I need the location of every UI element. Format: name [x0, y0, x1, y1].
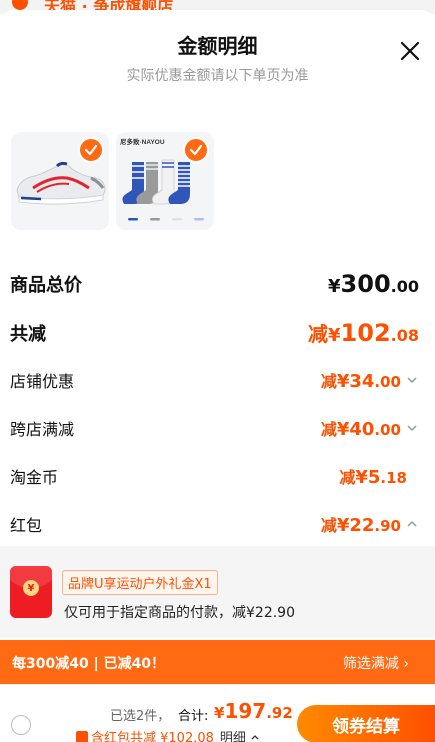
chevron-down-icon[interactable]	[405, 421, 419, 435]
select-all-radio[interactable]	[11, 715, 31, 735]
checkmark-icon	[84, 144, 98, 156]
red-packet-description: 仅可用于指定商品的付款，减¥22.90	[64, 605, 295, 621]
checkmark-icon	[189, 144, 203, 156]
product-thumbnail-socks[interactable]: 尼多致·NAYOU	[116, 132, 214, 230]
taojinbi-value: 减 ¥5.18	[339, 467, 407, 488]
shop-discount-label: 店铺优惠	[10, 372, 75, 391]
cross-store-label: 跨店满减	[10, 420, 75, 439]
chevron-up-icon[interactable]	[405, 517, 419, 531]
red-packet-tag-icon	[76, 730, 88, 742]
selected-count: 已选2件，	[110, 709, 171, 724]
checkout-button[interactable]: 领券结算	[297, 705, 435, 742]
total-price-label: 商品总价	[10, 275, 82, 296]
red-packet-tag: 品牌U享运动户外礼金X1	[62, 570, 218, 595]
checkout-total: ¥197.92	[214, 699, 293, 723]
discount-summary: 含红包共减 ¥102.08 明细	[76, 727, 260, 742]
promo-text: 每300减40 | 已减40！	[12, 656, 166, 672]
checkout-bar: 已选2件， 合计: ¥197.92 含红包共减 ¥102.08 明细 领券结算	[0, 684, 435, 742]
row-cross-store[interactable]: 跨店满减 减 ¥40.00	[10, 416, 419, 440]
total-reduction-label: 共减	[10, 323, 46, 345]
product-selected-check[interactable]	[78, 137, 104, 163]
detail-toggle[interactable]: 明细	[220, 727, 260, 742]
total-price-value: ¥300.00	[328, 270, 419, 298]
total-reduction-value: 减 ¥102.08	[308, 319, 419, 347]
red-packet-detail-panel: ¥ 品牌U享运动户外礼金X1 仅可用于指定商品的付款，减¥22.90	[0, 546, 435, 638]
total-label: 合计:	[178, 709, 209, 724]
brand-label: 尼多致·NAYOU	[120, 137, 165, 146]
red-packet-label: 红包	[10, 516, 43, 535]
row-shop-discount[interactable]: 店铺优惠 减 ¥34.00	[10, 368, 419, 392]
store-logo-icon	[12, 0, 28, 10]
close-icon	[400, 41, 420, 61]
chevron-down-icon[interactable]	[405, 373, 419, 387]
product-selected-check[interactable]	[183, 137, 209, 163]
red-packet-icon: ¥	[10, 566, 52, 618]
sheet-title: 金额明细	[177, 34, 258, 58]
row-total-price: 商品总价 ¥300.00	[10, 270, 419, 298]
chevron-right-icon: ›	[403, 656, 409, 672]
product-thumbnail-sneaker[interactable]	[11, 132, 109, 230]
sheet-subtitle: 实际优惠金额请以下单页为准	[126, 68, 309, 84]
chevron-up-icon	[251, 735, 259, 740]
cross-store-value: 减 ¥40.00	[321, 416, 419, 440]
shop-discount-value: 减 ¥34.00	[321, 368, 419, 392]
promo-bar: 每300减40 | 已减40！ 筛选满减 ›	[0, 640, 435, 684]
taojinbi-label: 淘金币	[10, 468, 59, 487]
close-button[interactable]	[399, 40, 421, 62]
row-total-reduction: 共减 减 ¥102.08	[10, 318, 419, 347]
row-taojinbi: 淘金币 减 ¥5.18	[10, 464, 407, 488]
filter-promo-label: 筛选满减	[342, 656, 399, 672]
red-packet-value: 减 ¥22.90	[321, 512, 419, 536]
discount-text: 含红包共减 ¥102.08	[91, 731, 214, 742]
filter-promo-link[interactable]: 筛选满减 ›	[343, 653, 409, 673]
row-red-packet[interactable]: 红包 减 ¥22.90	[10, 512, 419, 536]
